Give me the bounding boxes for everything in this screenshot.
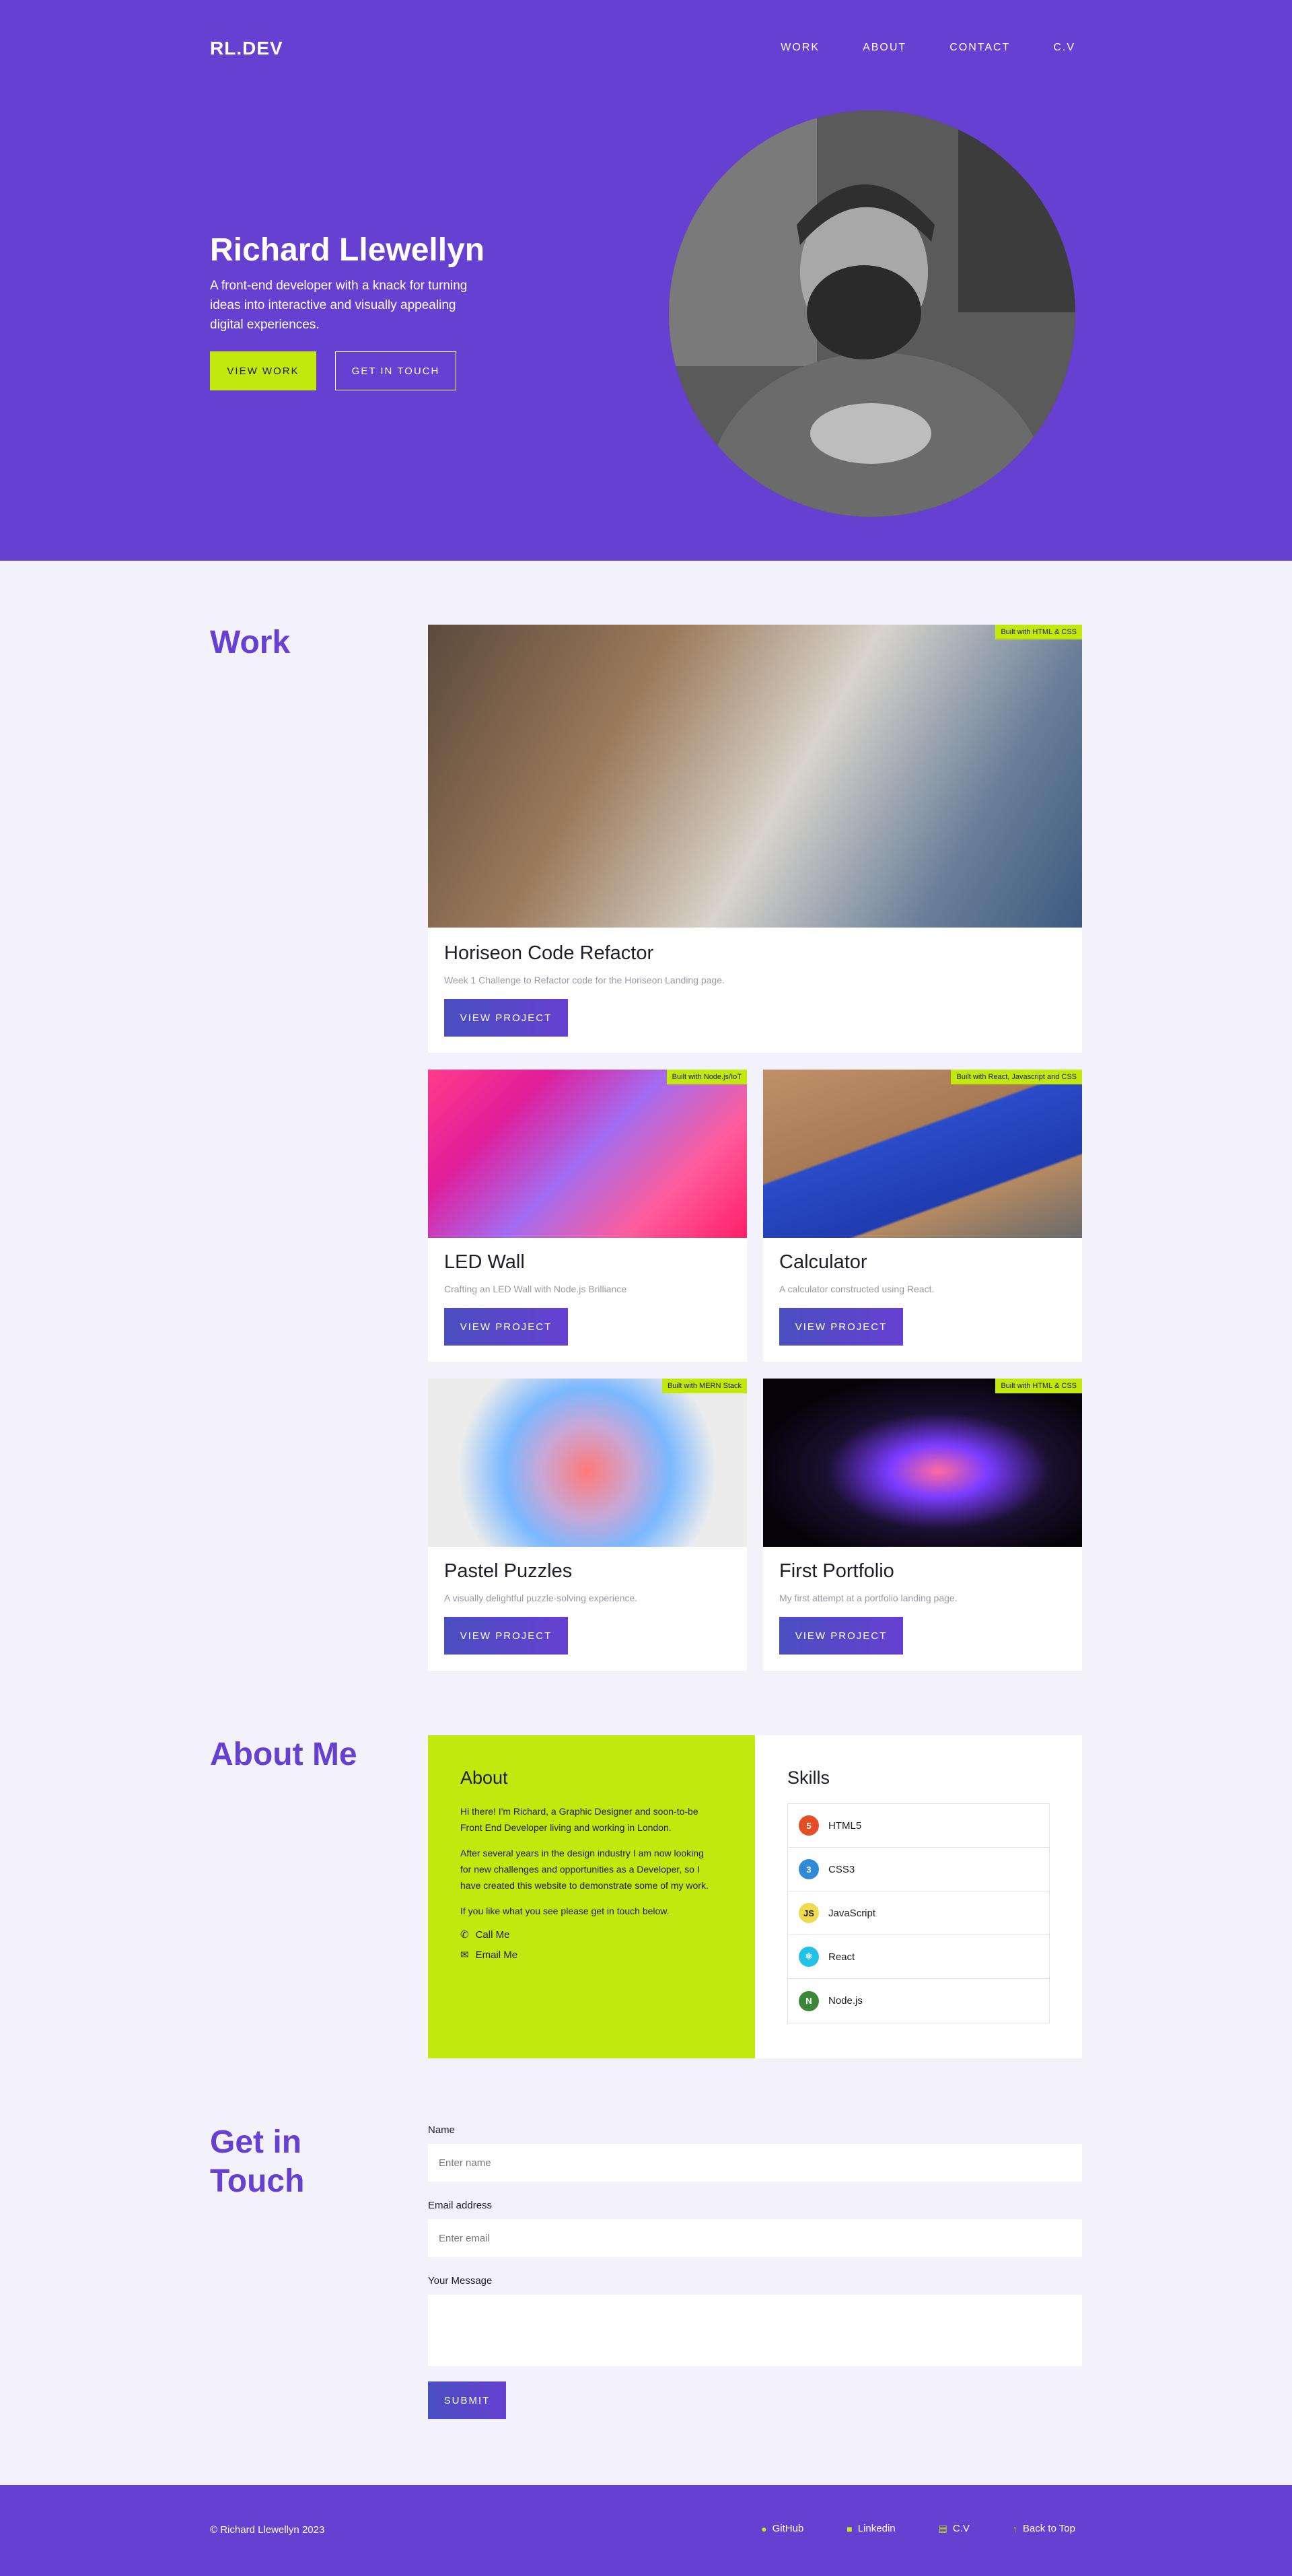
view-project-button[interactable]: VIEW PROJECT xyxy=(779,1308,903,1346)
get-in-touch-button[interactable]: GET IN TOUCH xyxy=(335,351,456,390)
hero-section: RL.DEV WORK ABOUT CONTACT C.V Richard Ll… xyxy=(0,0,1292,561)
email-label: Email address xyxy=(428,2200,493,2211)
arrow-up-icon: ↑ xyxy=(1012,2523,1017,2534)
skills-heading: Skills xyxy=(787,1768,830,1788)
back-to-top-link[interactable]: ↑ Back to Top xyxy=(1013,2523,1075,2534)
view-project-button[interactable]: VIEW PROJECT xyxy=(444,1308,568,1346)
work-heading: Work xyxy=(210,625,291,660)
about-panel: About Hi there! I'm Richard, a Graphic D… xyxy=(428,1735,1082,2058)
skill-name: CSS3 xyxy=(828,1863,855,1875)
skill-name: Node.js xyxy=(828,1995,863,2007)
project-title: First Portfolio xyxy=(779,1560,894,1582)
tech-badge: Built with HTML & CSS xyxy=(995,1379,1082,1393)
copyright-text: © Richard Llewellyn 2023 xyxy=(210,2524,325,2536)
about-paragraph: Hi there! I'm Richard, a Graphic Designe… xyxy=(460,1806,698,1833)
view-project-button[interactable]: VIEW PROJECT xyxy=(444,1617,568,1655)
project-card-led-wall: Built with Node.js/IoT LED Wall Crafting… xyxy=(428,1070,747,1362)
javascript-icon: JS xyxy=(799,1903,819,1923)
project-card-horiseon: Built with HTML & CSS Horiseon Code Refa… xyxy=(428,625,1082,1053)
about-heading: About Me xyxy=(210,1737,357,1772)
project-image: Built with React, Javascript and CSS xyxy=(763,1070,1082,1238)
about-bio: About Hi there! I'm Richard, a Graphic D… xyxy=(428,1735,755,2058)
cv-label: C.V xyxy=(952,2523,970,2534)
html5-icon: 5 xyxy=(799,1815,819,1836)
about-paragraph: After several years in the design indust… xyxy=(460,1848,709,1891)
github-link[interactable]: ● GitHub xyxy=(761,2523,803,2534)
skill-item: JS JavaScript xyxy=(788,1891,1049,1935)
skill-name: React xyxy=(828,1951,855,1963)
project-description: A calculator constructed using React. xyxy=(779,1284,935,1294)
brand-logo[interactable]: RL.DEV xyxy=(210,38,283,59)
skill-name: JavaScript xyxy=(828,1907,876,1919)
tech-badge: Built with React, Javascript and CSS xyxy=(951,1070,1082,1084)
css3-icon: 3 xyxy=(799,1859,819,1879)
message-textarea[interactable] xyxy=(428,2295,1082,2366)
project-title: Calculator xyxy=(779,1251,867,1273)
about-paragraph: If you like what you see please get in t… xyxy=(460,1906,670,1916)
project-image: Built with Node.js/IoT xyxy=(428,1070,747,1238)
email-me-label: Email Me xyxy=(475,1949,518,1961)
call-me-label: Call Me xyxy=(475,1928,510,1941)
project-title: LED Wall xyxy=(444,1251,525,1273)
project-description: Week 1 Challenge to Refactor code for th… xyxy=(444,975,725,985)
react-icon: ⚛ xyxy=(799,1947,819,1967)
document-icon: ▤ xyxy=(938,2523,947,2534)
view-project-button[interactable]: VIEW PROJECT xyxy=(444,999,568,1037)
envelope-icon: ✉ xyxy=(460,1949,469,1961)
nav-about[interactable]: ABOUT xyxy=(863,42,906,54)
profile-photo xyxy=(669,110,1075,517)
nav-contact[interactable]: CONTACT xyxy=(949,42,1010,54)
site-footer: © Richard Llewellyn 2023 ● GitHub ■ Link… xyxy=(0,2485,1292,2576)
call-me-link[interactable]: ✆ Call Me xyxy=(460,1928,723,1941)
tech-badge: Built with MERN Stack xyxy=(661,1379,747,1393)
portrait-illustration xyxy=(669,110,1075,517)
project-title: Horiseon Code Refactor xyxy=(444,942,654,964)
skill-item: N Node.js xyxy=(788,1979,1049,2023)
linkedin-link[interactable]: ■ Linkedin xyxy=(847,2523,895,2534)
hero-tagline: A front-end developer with a knack for t… xyxy=(210,279,468,332)
linkedin-icon: ■ xyxy=(847,2523,853,2534)
skill-item: 5 HTML5 xyxy=(788,1804,1049,1848)
back-to-top-label: Back to Top xyxy=(1022,2523,1075,2534)
contact-heading: Get in Touch xyxy=(210,2124,305,2199)
linkedin-label: Linkedin xyxy=(857,2523,896,2534)
project-card-first-portfolio: Built with HTML & CSS First Portfolio My… xyxy=(763,1379,1082,1671)
project-description: My first attempt at a portfolio landing … xyxy=(779,1593,958,1603)
project-image: Built with MERN Stack xyxy=(428,1379,747,1547)
tech-badge: Built with HTML & CSS xyxy=(995,625,1082,639)
cv-link[interactable]: ▤ C.V xyxy=(939,2523,970,2534)
skills-panel: Skills 5 HTML5 3 CSS3 JS JavaScript ⚛ Re… xyxy=(755,1735,1082,2058)
nav-work[interactable]: WORK xyxy=(781,42,820,54)
view-work-button[interactable]: VIEW WORK xyxy=(210,351,316,390)
view-project-button[interactable]: VIEW PROJECT xyxy=(779,1617,903,1655)
project-card-calculator: Built with React, Javascript and CSS Cal… xyxy=(763,1070,1082,1362)
nodejs-icon: N xyxy=(799,1990,819,2011)
project-description: A visually delightful puzzle-solving exp… xyxy=(444,1593,638,1603)
submit-button[interactable]: SUBMIT xyxy=(428,2381,506,2419)
project-description: Crafting an LED Wall with Node.js Brilli… xyxy=(444,1284,627,1294)
github-label: GitHub xyxy=(772,2523,804,2534)
nav-cv[interactable]: C.V xyxy=(1053,42,1075,54)
skill-item: ⚛ React xyxy=(788,1935,1049,1979)
project-title: Pastel Puzzles xyxy=(444,1560,573,1582)
hero-name: Richard Llewellyn xyxy=(210,232,485,268)
footer-links: ● GitHub ■ Linkedin ▤ C.V ↑ Back to Top xyxy=(761,2523,1075,2534)
name-input[interactable] xyxy=(428,2144,1082,2182)
github-icon: ● xyxy=(761,2523,767,2534)
main-nav: WORK ABOUT CONTACT C.V xyxy=(781,42,1075,54)
skill-name: HTML5 xyxy=(828,1819,862,1832)
project-image: Built with HTML & CSS xyxy=(763,1379,1082,1547)
skill-item: 3 CSS3 xyxy=(788,1848,1049,1891)
skills-list: 5 HTML5 3 CSS3 JS JavaScript ⚛ React N N… xyxy=(787,1803,1050,2023)
about-subheading: About xyxy=(460,1768,508,1788)
phone-icon: ✆ xyxy=(460,1929,469,1941)
email-input[interactable] xyxy=(428,2219,1082,2257)
tech-badge: Built with Node.js/IoT xyxy=(666,1070,747,1084)
email-me-link[interactable]: ✉ Email Me xyxy=(460,1949,723,1961)
project-card-pastel-puzzles: Built with MERN Stack Pastel Puzzles A v… xyxy=(428,1379,747,1671)
name-label: Name xyxy=(428,2124,456,2136)
message-label: Your Message xyxy=(428,2275,493,2287)
project-image: Built with HTML & CSS xyxy=(428,625,1082,928)
